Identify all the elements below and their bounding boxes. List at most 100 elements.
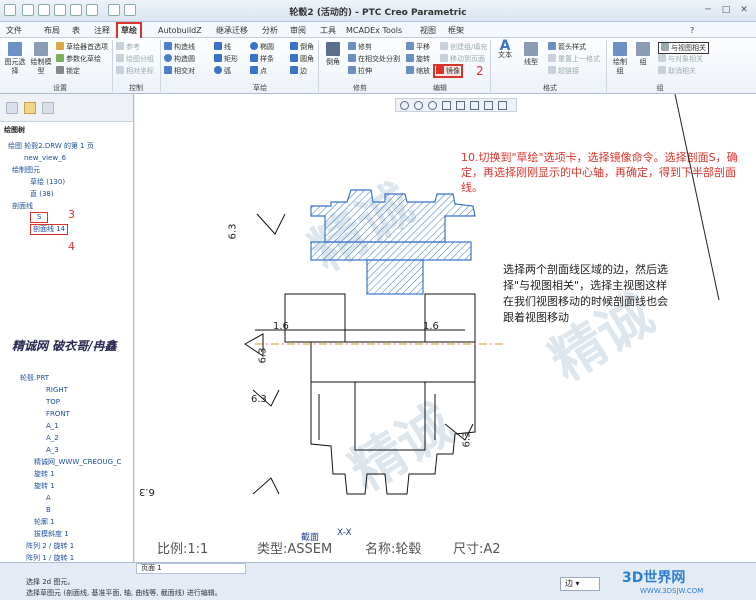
tree-item-hatch-14[interactable]: 剖面线 14 [30, 224, 69, 235]
parametric-sketch-button[interactable]: 参数化草绘 [56, 54, 101, 64]
trim-button[interactable]: 修剪 [348, 42, 372, 52]
divider [160, 40, 161, 92]
select-tool-button[interactable]: 图元选择 [4, 42, 26, 76]
model-tree-item[interactable]: 阵列 2 / 旋转 1 [26, 542, 74, 551]
ellipse-button[interactable]: 椭圆 [250, 42, 274, 52]
line-style-button[interactable]: 线型 [520, 42, 542, 67]
hyperlink-button[interactable]: 超链接 [548, 66, 579, 76]
model-tree-item[interactable]: A_2 [46, 434, 59, 443]
model-tree-item[interactable]: 旋转 1 [34, 470, 55, 479]
name-label: 名称:轮毂 [365, 542, 422, 557]
unrelate-icon [658, 66, 666, 74]
tab-annotate[interactable]: 注释 [94, 24, 110, 37]
split-button[interactable]: 在相交处分割 [348, 54, 400, 64]
arrow-icon [548, 42, 556, 50]
reset-icon [548, 54, 556, 62]
tree-item-drawn-entities[interactable]: 绘制图元 [12, 166, 40, 175]
step-marker-3: 3 [68, 208, 75, 221]
model-tree-item[interactable]: TOP [46, 398, 60, 407]
drawing-canvas[interactable]: 精诚 精诚 精诚 [135, 94, 756, 562]
tree-item-straight[interactable]: 直 (38) [30, 190, 54, 199]
edge-button[interactable]: 边 [290, 66, 307, 76]
group-label-group: 组 [656, 84, 664, 92]
group-icon [636, 42, 650, 56]
scale-button[interactable]: 缩放 [406, 66, 430, 76]
tab-review[interactable]: 审阅 [290, 24, 306, 37]
tree-item-sheet[interactable]: 绘图 轮毂2.DRW 的第 1 页 [8, 142, 94, 151]
stretch-button[interactable]: 拉伸 [348, 66, 372, 76]
drawing-model-button[interactable]: 绘制模型 [30, 42, 52, 76]
relate-to-view-button[interactable]: 与视图相关 [658, 42, 709, 54]
close-button[interactable]: ✕ [738, 4, 750, 16]
relate-view-icon [661, 43, 669, 51]
model-tree-item[interactable]: 轮廓 1 [34, 518, 55, 527]
select-icon [8, 42, 22, 56]
tree-item-hatching[interactable]: 剖面线 [12, 202, 33, 211]
model-tree-item[interactable]: A_3 [46, 446, 59, 455]
model-tree-item[interactable]: B [46, 506, 51, 515]
arc-icon [214, 66, 222, 74]
spline-button[interactable]: 样条 [250, 54, 274, 64]
construction-line-button[interactable]: 构造线 [164, 42, 195, 52]
group-button[interactable]: 组 [634, 42, 652, 67]
tab-analysis[interactable]: 分析 [262, 24, 278, 37]
tab-autobuildz[interactable]: AutobuildZ [158, 24, 202, 37]
tab-table[interactable]: 表 [72, 24, 80, 37]
model-tree-item[interactable]: A_1 [46, 422, 59, 431]
lock-button[interactable]: 锁定 [56, 66, 80, 76]
model-tree-item[interactable]: 拔模斜度 1 [34, 530, 69, 539]
draw-group-button[interactable]: 绘制组 [610, 42, 630, 76]
drawing-group-button[interactable]: 绘图分组 [116, 54, 154, 64]
model-tree-item[interactable]: FRONT [46, 410, 70, 419]
maximize-button[interactable]: □ [720, 4, 732, 16]
tab-tools[interactable]: 工具 [320, 24, 336, 37]
fillet-icon [290, 54, 298, 62]
favorites-tab-icon[interactable] [42, 102, 54, 114]
relative-coords-button[interactable]: 相对坐标 [116, 66, 154, 76]
fillet-button[interactable]: 圆角 [290, 54, 314, 64]
tree-tab-icon[interactable] [6, 102, 18, 114]
mirror-highlight [433, 64, 463, 78]
translate-button[interactable]: 平移 [406, 42, 430, 52]
unrelate-button[interactable]: 取消相关 [658, 66, 696, 76]
help-icon[interactable]: ? [690, 24, 694, 37]
rectangle-button[interactable]: 矩形 [214, 54, 238, 64]
tab-file[interactable]: 文件 [6, 24, 22, 37]
drawing-tree-title: 绘图树 [4, 126, 25, 134]
rotate-button[interactable]: 旋转 [406, 54, 430, 64]
page-tab[interactable]: 页面 1 [136, 563, 246, 574]
tab-frame[interactable]: 框架 [448, 24, 464, 37]
construction-circle-button[interactable]: 构造圆 [164, 54, 195, 64]
tab-layout[interactable]: 布局 [44, 24, 60, 37]
intersect-button[interactable]: 相交对 [164, 66, 195, 76]
create-fill-button[interactable]: 创建组/填充 [440, 42, 487, 52]
text-style-button[interactable]: A 文本 [494, 39, 516, 60]
selection-filter-dropdown[interactable]: 边 ▾ [560, 577, 600, 591]
arc-button[interactable]: 弧 [214, 66, 231, 76]
model-tree-item[interactable]: 旋转 1 [34, 482, 55, 491]
tab-mcadex-tools[interactable]: MCADEx Tools [346, 24, 402, 37]
tree-item-section-s[interactable]: S [30, 212, 49, 223]
arrow-style-button[interactable]: 箭头样式 [548, 42, 586, 52]
point-button[interactable]: 点 [250, 66, 267, 76]
reset-format-button[interactable]: 重置上一格式 [548, 54, 600, 64]
tab-legacy-migration[interactable]: 继承迁移 [216, 24, 248, 37]
chamfer-button[interactable]: 倒角 [290, 42, 314, 52]
model-tree-item[interactable]: 精诚网_WWW_CREOUG_C [34, 458, 121, 467]
reference-button[interactable]: 参考 [116, 42, 140, 52]
tree-item-view[interactable]: new_view_6 [24, 154, 66, 163]
minimize-button[interactable]: ─ [702, 4, 714, 16]
tab-sketch[interactable]: 草绘 [116, 22, 142, 38]
tree-item-sketch[interactable]: 草绘 (130) [30, 178, 65, 187]
model-tree-root[interactable]: 轮毂.PRT [20, 374, 49, 383]
folder-tab-icon[interactable] [24, 102, 36, 114]
move-to-page-button[interactable]: 移动到页面 [440, 54, 485, 64]
model-tree-item[interactable]: A [46, 494, 51, 503]
tab-view[interactable]: 视图 [420, 24, 436, 37]
prefs-icon [56, 42, 64, 50]
chamfer-big-button[interactable]: 倒角 [322, 42, 344, 67]
model-tree-item[interactable]: RIGHT [46, 386, 68, 395]
line-button[interactable]: 线 [214, 42, 231, 52]
sketch-prefs-button[interactable]: 草绘器首选项 [56, 42, 108, 52]
relate-to-object-button[interactable]: 与对象相关 [658, 54, 703, 64]
